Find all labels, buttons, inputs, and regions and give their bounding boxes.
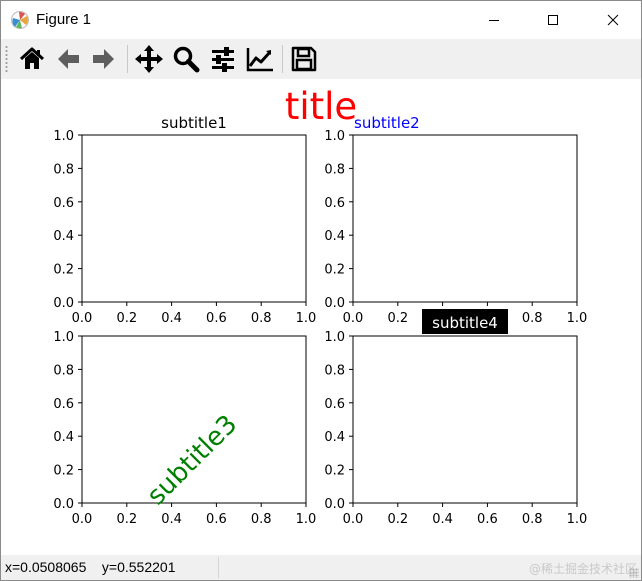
forward-button[interactable]: [87, 42, 121, 76]
x-tick-label: 0.8: [251, 512, 272, 527]
figure-window: Figure 1 title 0.0 0.2 0.4 0.6 0.8 1.0 0…: [0, 0, 642, 581]
x-tick-label: 0.6: [477, 512, 498, 527]
y-tick-label: 0.0: [53, 497, 74, 512]
x-tick-label: 0.2: [116, 512, 137, 527]
navigation-toolbar: [1, 39, 641, 79]
y-tick-label: 0.6: [324, 196, 345, 211]
y-tick-label: 0.4: [53, 229, 74, 244]
x-tick-label: 0.0: [72, 512, 93, 527]
figure-suptitle: title: [285, 85, 357, 128]
x-tick-label: 0.0: [72, 311, 93, 326]
maximize-icon: [548, 15, 558, 25]
x-tick-label: 0.4: [432, 512, 453, 527]
x-tick-label: 0.8: [251, 311, 272, 326]
x-tick-label: 0.6: [206, 311, 227, 326]
home-icon: [19, 47, 45, 69]
edit-axis-button[interactable]: [243, 42, 277, 76]
resize-grip[interactable]: [629, 568, 639, 578]
subplot-title: subtitle4: [432, 314, 498, 332]
y-tick-label: 0.8: [53, 162, 74, 177]
x-tick-label: 0.8: [522, 512, 543, 527]
y-tick-label: 1.0: [53, 129, 74, 144]
line-chart-icon: [246, 48, 273, 72]
status-bar: x=0.0508065 y=0.552201 @稀土掘金技术社区: [1, 555, 641, 580]
y-tick-label: 0.6: [53, 397, 74, 412]
y-tick-label: 0.0: [324, 497, 345, 512]
sliders-icon: [212, 47, 234, 72]
y-tick-label: 0.6: [53, 196, 74, 211]
subplot-2: 0.00.20.40.60.81.00.00.20.40.60.81.0subt…: [324, 114, 587, 326]
y-tick-label: 0.4: [324, 430, 345, 445]
y-tick-label: 0.8: [324, 162, 345, 177]
x-tick-label: 0.4: [161, 512, 182, 527]
x-tick-label: 1.0: [296, 512, 317, 527]
y-tick-label: 0.2: [324, 263, 345, 278]
minimize-icon: [489, 20, 499, 21]
y-tick-label: 1.0: [324, 129, 345, 144]
subplot-title: subtitle2: [354, 114, 420, 132]
x-tick-label: 0.4: [161, 311, 182, 326]
y-tick-label: 0.4: [53, 430, 74, 445]
x-tick-label: 0.2: [387, 512, 408, 527]
title-bar[interactable]: Figure 1: [1, 1, 641, 39]
axes-frame: [352, 134, 578, 303]
subplot-1: 0.0 0.2 0.4 0.6 0.8 1.0 0.0 0.2 0.4 0.6 0.8 1.0 subt…: [53, 114, 316, 326]
x-tick-label: 1.0: [567, 311, 588, 326]
subplot-title: subtitle1: [161, 114, 227, 132]
y-tick-label: 0.2: [324, 464, 345, 479]
pan-icon: [135, 45, 163, 73]
y-tick-label: 0.2: [53, 464, 74, 479]
y-tick-label: 0.8: [324, 363, 345, 378]
x-tick-label: 0.8: [522, 311, 543, 326]
y-tick-label: 1.0: [324, 330, 345, 345]
toolbar-grip[interactable]: [5, 45, 8, 73]
back-arrow-icon: [58, 49, 79, 69]
watermark: @稀土掘金技术社区: [528, 562, 637, 576]
maximize-button[interactable]: [530, 1, 576, 39]
y-tick-label: 0.6: [324, 397, 345, 412]
zoom-icon: [173, 46, 200, 73]
matplotlib-icon: [11, 11, 29, 29]
x-tick-label: 1.0: [567, 512, 588, 527]
x-tick-label: 0.2: [387, 311, 408, 326]
axes-frame: [81, 134, 307, 303]
close-icon: [607, 14, 619, 26]
toolbar-separator: [282, 45, 283, 73]
toolbar-separator: [127, 45, 128, 73]
window-title: Figure 1: [36, 11, 92, 28]
x-tick-label: 1.0: [296, 311, 317, 326]
close-button[interactable]: [590, 1, 636, 39]
y-tick-label: 0.8: [53, 363, 74, 378]
y-tick-label: 0.0: [324, 296, 345, 311]
save-icon: [291, 46, 317, 72]
cursor-coordinates: x=0.0508065 y=0.552201: [5, 559, 176, 575]
figure-canvas[interactable]: title 0.0 0.2 0.4 0.6 0.8 1.0 0.0 0.2 0.4 0.6 0.8 1.…: [1, 79, 641, 555]
back-button[interactable]: [51, 42, 85, 76]
y-tick-label: 1.0: [53, 330, 74, 345]
y-tick-label: 0.0: [53, 296, 74, 311]
y-tick-label: 0.4: [324, 229, 345, 244]
pan-button[interactable]: [132, 42, 166, 76]
minimize-button[interactable]: [471, 1, 517, 39]
subplot-4: 0.0 0.2 0.4 0.6 0.8 1.0 0.0 0.2 0.4 0.6 0.8 1.0 subt…: [324, 309, 587, 527]
zoom-button[interactable]: [169, 42, 203, 76]
y-tick-label: 0.2: [53, 263, 74, 278]
forward-arrow-icon: [93, 49, 114, 69]
figure-svg: title 0.0 0.2 0.4 0.6 0.8 1.0 0.0 0.2 0.4 0.6 0.8 1.…: [53, 85, 587, 527]
status-separator: [218, 557, 219, 578]
axes-frame: [352, 335, 578, 504]
x-tick-label: 0.6: [206, 512, 227, 527]
configure-subplots-button[interactable]: [206, 42, 240, 76]
x-tick-label: 0.0: [343, 311, 364, 326]
save-button[interactable]: [287, 42, 321, 76]
x-tick-label: 0.0: [343, 512, 364, 527]
subplot-3: 0.0 0.2 0.4 0.6 0.8 1.00.00.20.40.60.81.0subt…: [53, 330, 316, 527]
x-tick-label: 0.2: [116, 311, 137, 326]
home-button[interactable]: [15, 42, 49, 76]
